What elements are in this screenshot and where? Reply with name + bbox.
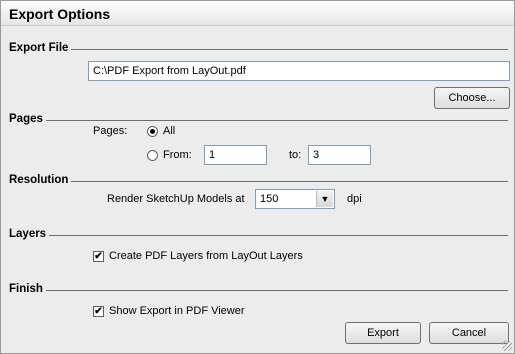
dpi-value: 150 — [260, 193, 279, 205]
show-in-viewer-checkbox[interactable]: ✔ — [93, 306, 104, 317]
to-page-field[interactable] — [308, 145, 371, 165]
show-in-viewer-label: Show Export in PDF Viewer — [109, 305, 245, 317]
section-layers: Layers — [9, 228, 50, 240]
chevron-down-icon[interactable]: ▼ — [316, 191, 333, 207]
dialog-title: Export Options — [9, 6, 111, 22]
choose-button[interactable]: Choose... — [434, 87, 510, 109]
dpi-select[interactable]: 150 ▼ — [255, 189, 335, 209]
pages-divider — [9, 120, 508, 121]
create-pdf-layers-label: Create PDF Layers from LayOut Layers — [109, 250, 303, 262]
radio-all-label: All — [163, 125, 176, 137]
from-page-field[interactable] — [204, 145, 267, 165]
export-path-field[interactable] — [88, 61, 510, 81]
dpi-unit-label: dpi — [347, 193, 362, 205]
finish-divider — [9, 290, 508, 291]
section-export-file: Export File — [9, 42, 72, 54]
radio-selected-dot — [150, 129, 155, 134]
title-bar: Export Options — [1, 1, 514, 26]
resize-grip-icon[interactable] — [502, 341, 512, 351]
create-pdf-layers-checkbox[interactable]: ✔ — [93, 251, 104, 262]
resolution-divider — [9, 181, 508, 182]
pages-label: Pages: — [93, 125, 128, 137]
layers-divider — [9, 235, 508, 236]
cancel-button[interactable]: Cancel — [429, 322, 509, 344]
to-label: to: — [289, 149, 302, 161]
section-resolution: Resolution — [9, 174, 72, 186]
export-button[interactable]: Export — [345, 322, 421, 344]
render-models-label: Render SketchUp Models at — [107, 193, 245, 205]
export-options-dialog: Export Options Export File Choose... Pag… — [0, 0, 515, 354]
radio-all[interactable] — [147, 126, 158, 137]
section-finish: Finish — [9, 283, 46, 295]
radio-from-label: From: — [163, 149, 192, 161]
export-file-divider — [9, 49, 508, 50]
radio-from[interactable] — [147, 150, 158, 161]
section-pages: Pages — [9, 113, 46, 125]
